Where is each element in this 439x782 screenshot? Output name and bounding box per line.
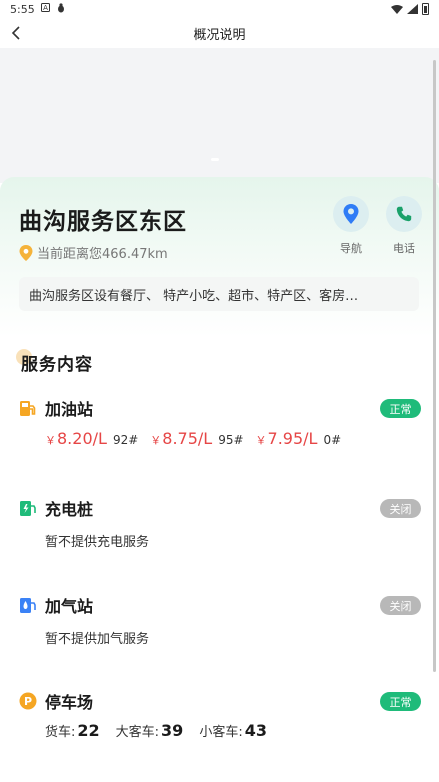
carousel-indicator — [211, 158, 219, 161]
phone-icon — [396, 206, 412, 222]
fuel-price-item: ￥7.95/L 0# — [255, 429, 342, 448]
fuel-price: 8.75/L — [162, 429, 213, 448]
bus-count: 39 — [161, 721, 184, 740]
nav-bar: 概况说明 — [0, 18, 439, 48]
distance-row: 当前距离您466.47km — [19, 243, 168, 262]
signal-icon — [407, 4, 418, 14]
bug-icon — [56, 2, 66, 16]
charging-note: 暂不提供充电服务 — [45, 535, 150, 550]
gas-status-badge: 正常 — [380, 399, 421, 418]
fuel-price-row: ￥8.20/L 92# ￥8.75/L 95# ￥7.95/L 0# — [45, 429, 353, 448]
notification-a-icon: A — [40, 3, 50, 15]
bus-label: 大客车: — [115, 725, 160, 740]
gas-filling-name: 加气站 — [45, 597, 94, 616]
gas-filling-status-badge: 关闭 — [380, 596, 421, 615]
car-label: 小客车: — [199, 725, 243, 740]
fuel-price-item: ￥8.20/L 92# — [45, 429, 139, 448]
location-pin-icon — [19, 244, 33, 261]
charging-station-item: 充电桩 关闭 暂不提供充电服务 — [0, 497, 439, 577]
gas-station-item: 加油站 正常 ￥8.20/L 92# ￥8.75/L 95# ￥7.95/L 0… — [0, 397, 439, 477]
svg-text:P: P — [24, 695, 32, 708]
fuel-price: 7.95/L — [267, 429, 318, 448]
scrollbar[interactable] — [433, 60, 436, 672]
phone-button[interactable]: 电话 — [384, 196, 424, 256]
map-pin-icon — [343, 204, 359, 224]
gas-filling-note: 暂不提供加气服务 — [45, 632, 150, 647]
battery-icon — [422, 3, 429, 15]
phone-label: 电话 — [393, 242, 415, 255]
page-title: 概况说明 — [193, 27, 246, 43]
gas-filling-icon — [20, 598, 36, 613]
truck-count: 22 — [77, 721, 100, 740]
charging-pile-icon — [20, 501, 36, 516]
fuel-grade: 92# — [112, 433, 139, 447]
services-title: 服务内容 — [21, 354, 93, 375]
station-name: 曲沟服务区东区 — [19, 209, 187, 235]
fuel-grade: 0# — [323, 433, 342, 447]
gas-station-name: 加油站 — [45, 400, 94, 419]
services-section-header: 服务内容 — [16, 348, 92, 376]
photo-carousel[interactable] — [0, 48, 439, 183]
parking-status-badge: 正常 — [380, 692, 421, 711]
parking-capacity-row: 货车: 22 大客车: 39 小客车: 43 — [45, 721, 283, 740]
charging-station-name: 充电桩 — [45, 500, 94, 519]
charging-status-badge: 关闭 — [380, 499, 421, 518]
fuel-price-item: ￥8.75/L 95# — [150, 429, 244, 448]
description-box[interactable]: 曲沟服务区设有餐厅、 特产小吃、超市、特产区、客房… — [19, 277, 419, 311]
navigate-button[interactable]: 导航 — [331, 196, 371, 256]
chevron-left-icon[interactable] — [8, 24, 26, 42]
fuel-pump-icon — [20, 401, 36, 416]
parking-icon: P — [19, 692, 37, 710]
fuel-price: 8.20/L — [57, 429, 107, 448]
status-time: 5:55 — [10, 2, 35, 16]
status-bar: 5:55 A — [0, 0, 439, 18]
parking-name: 停车场 — [45, 693, 94, 712]
distance-text: 当前距离您466.47km — [37, 247, 168, 262]
navigate-label: 导航 — [340, 242, 362, 255]
truck-label: 货车: — [45, 725, 76, 740]
fuel-grade: 95# — [218, 433, 244, 447]
parking-item: P 停车场 正常 货车: 22 大客车: 39 小客车: 43 — [0, 690, 439, 770]
svg-text:A: A — [43, 4, 48, 12]
car-count: 43 — [244, 721, 267, 740]
description-text: 曲沟服务区设有餐厅、 特产小吃、超市、特产区、客房… — [29, 288, 359, 304]
gas-filling-item: 加气站 关闭 暂不提供加气服务 — [0, 594, 439, 674]
wifi-icon — [391, 4, 403, 14]
